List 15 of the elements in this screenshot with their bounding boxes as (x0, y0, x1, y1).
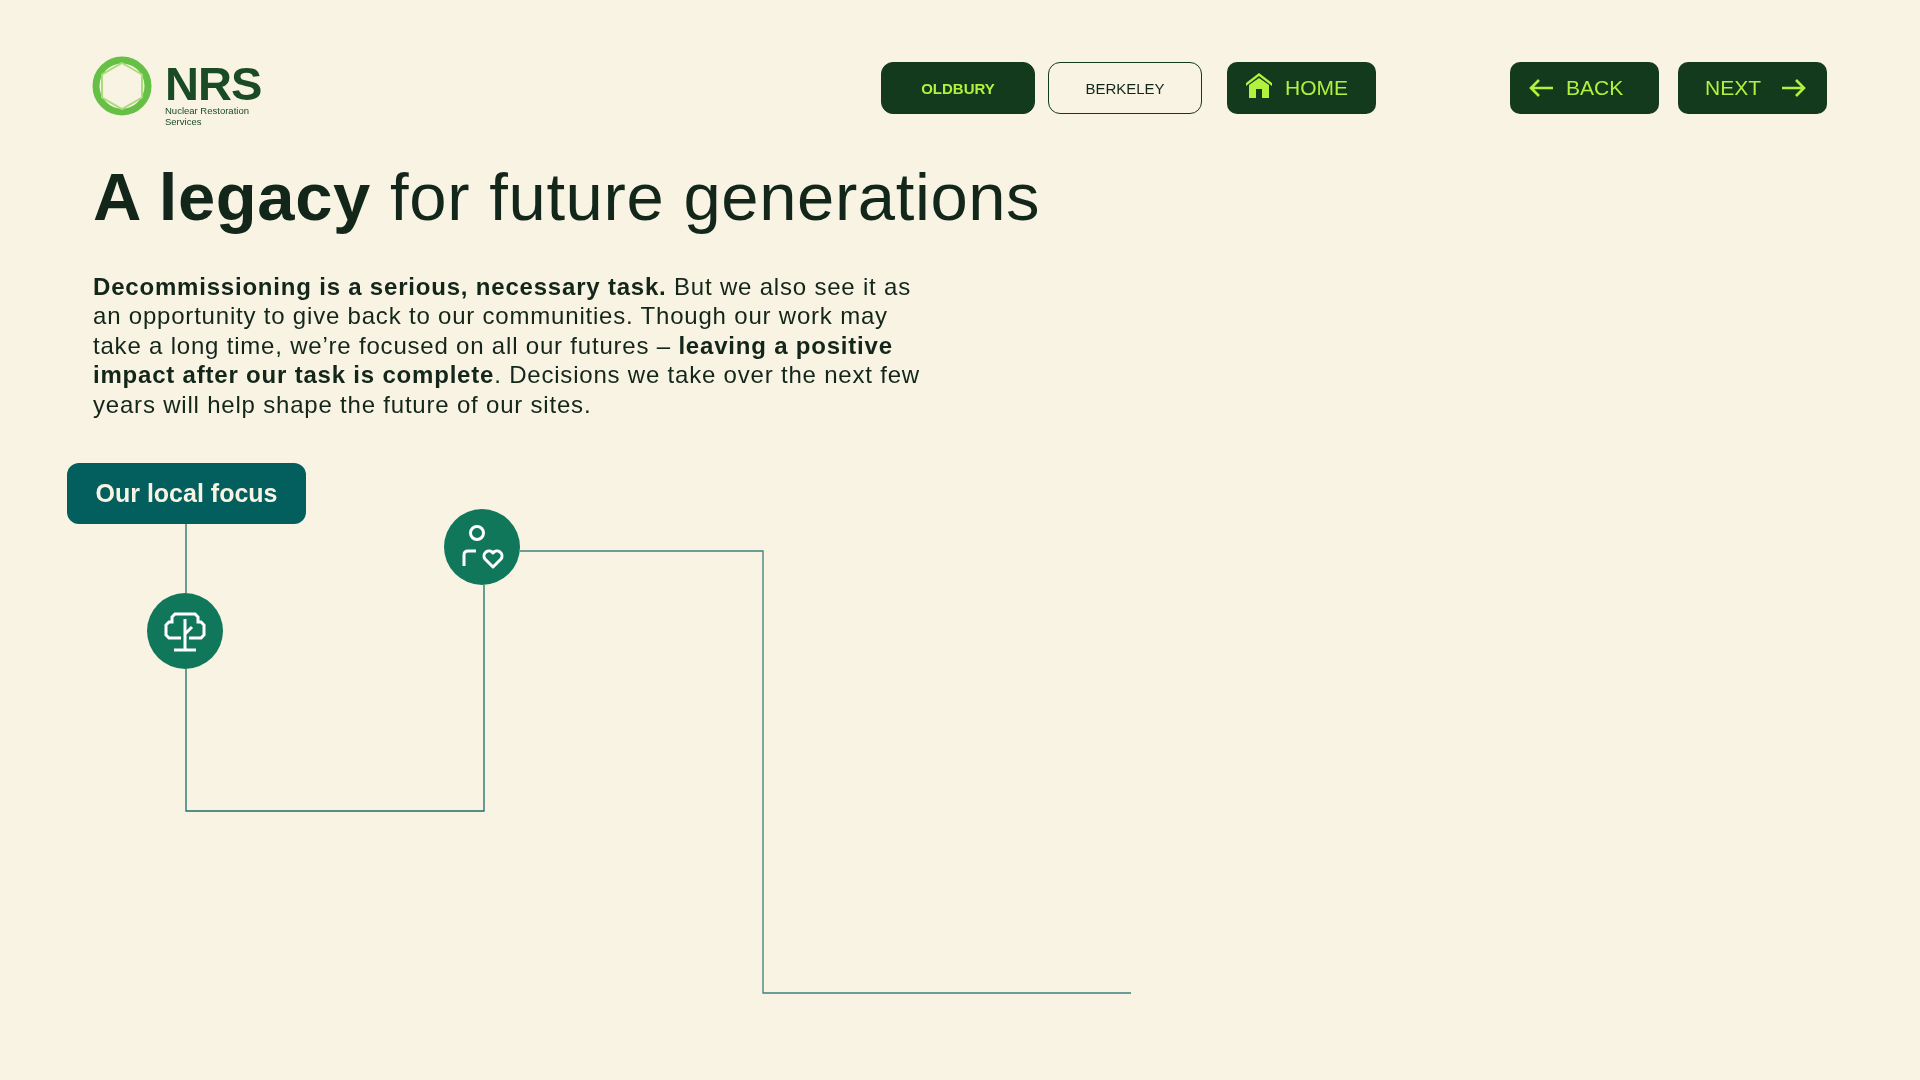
house-icon (1245, 71, 1273, 99)
back-button[interactable]: BACK (1510, 62, 1659, 114)
next-button[interactable]: NEXT (1678, 62, 1827, 114)
tree-icon (147, 593, 223, 670)
site-tab[interactable]: OLDBURY (881, 62, 1035, 114)
site-tab[interactable]: BERKELEY (1048, 62, 1202, 114)
page-heading: A legacy for future generations (93, 160, 1041, 234)
intro-paragraph: Decommissioning is a serious, necessary task. But we also see it as an opportunity to give back to our communities. Though our work may take a long time, we’re focused on all our futures – leaving a positive impact after our task is complete. Decisions we take over the next few years will help shape the future of our sites. (93, 272, 921, 420)
arrow-left-icon (1528, 78, 1554, 98)
logo-subtitle: Nuclear Restoration Services (165, 106, 250, 127)
logo-wordmark: NRS (165, 64, 263, 104)
focus-button[interactable]: Our local focus (67, 463, 306, 525)
ring-logo-icon (92, 56, 152, 116)
home-button[interactable]: HOME (1227, 62, 1376, 114)
arrow-right-icon (1781, 78, 1807, 98)
